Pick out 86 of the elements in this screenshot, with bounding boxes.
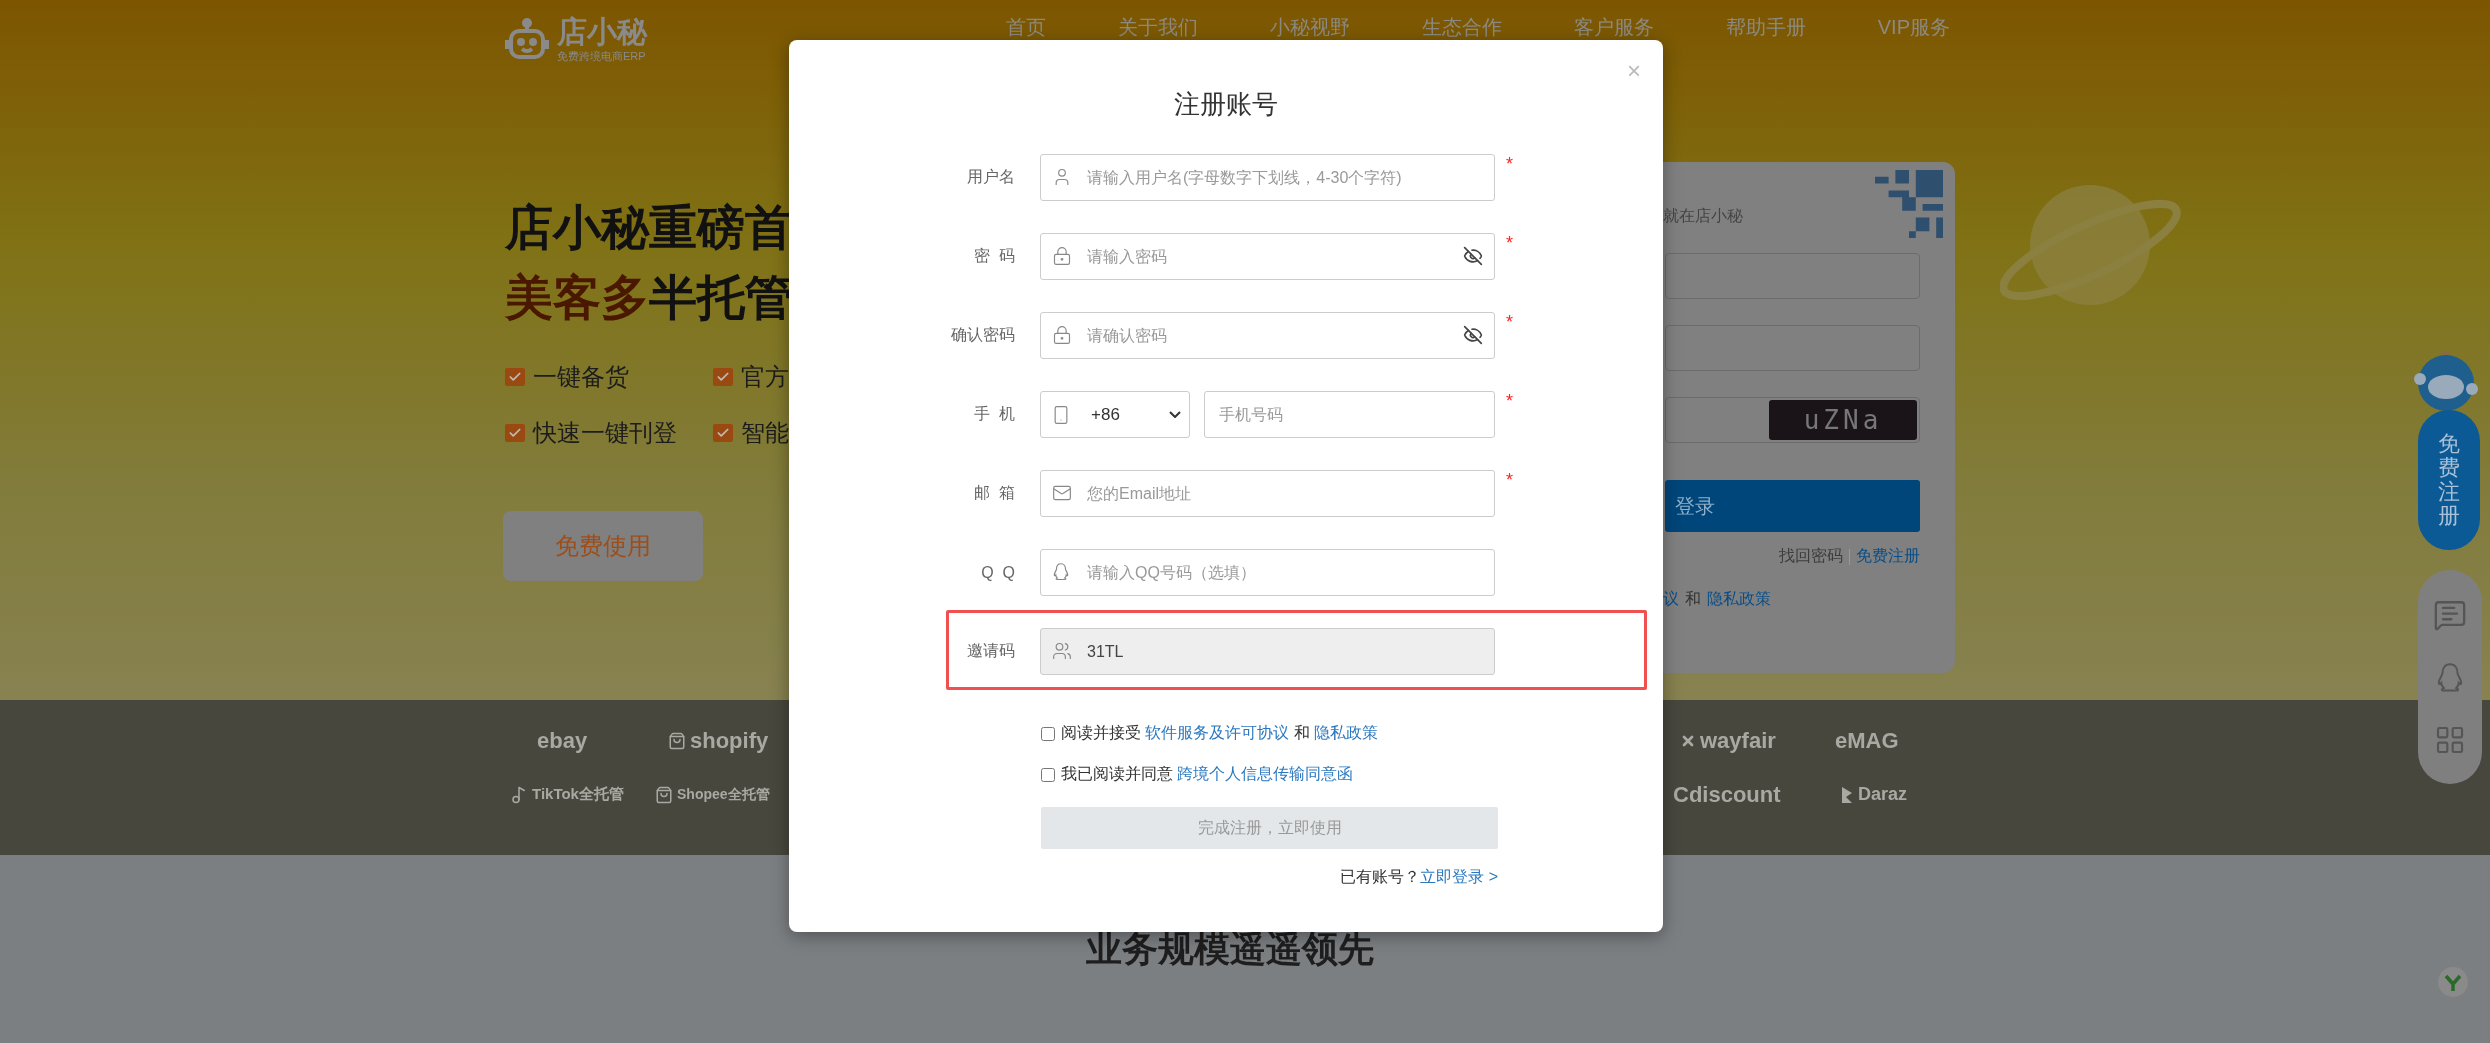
login-prompt: 已有账号？ (1340, 867, 1421, 887)
section-heading: 业务规模遥遥领先 (1086, 926, 1374, 971)
field-label: 手 机 (973, 404, 1015, 424)
field-label: 邀请码 (966, 641, 1015, 661)
bag-icon (655, 785, 673, 804)
penguin-icon (1052, 562, 1070, 582)
free-trial-button[interactable]: 免费使用 (503, 511, 703, 581)
bag-icon (668, 731, 686, 750)
eye-off-icon[interactable] (1463, 246, 1483, 266)
login-button[interactable]: 登录 (1665, 480, 1920, 532)
required-mark: * (1506, 154, 1514, 175)
password-field[interactable] (1665, 325, 1920, 371)
logo-tagline: 免费跨境电商ERP (557, 48, 647, 64)
mark-icon (1840, 784, 1854, 805)
dialog-title: 注册账号 (1174, 88, 1278, 121)
mail-icon (1052, 483, 1072, 503)
feature-text: 智能 (741, 418, 789, 448)
check-icon (713, 368, 733, 386)
qq-field[interactable]: 请输入QQ号码（选填） (1040, 549, 1495, 596)
close-button[interactable]: × (1627, 58, 1641, 84)
qr-code-icon[interactable] (1875, 170, 1943, 238)
required-mark: * (1506, 470, 1514, 491)
feature-text: 快速一键刊登 (533, 418, 677, 448)
policy-link[interactable]: 议 (1663, 589, 1679, 610)
nav-link[interactable]: 小秘视野 (1269, 13, 1350, 41)
field-label: 密 码 (973, 246, 1015, 266)
policy-link[interactable]: 隐私政策 (1707, 589, 1771, 610)
nav-link[interactable]: 生态合作 (1421, 13, 1502, 41)
chevron-icon (1169, 411, 1181, 418)
required-mark: * (1506, 233, 1514, 254)
field-label: 确认密码 (950, 325, 1015, 345)
users-icon (1052, 641, 1072, 661)
captcha-image[interactable]: uZNa (1769, 400, 1917, 440)
agreement-checkbox[interactable] (1041, 767, 1055, 782)
nav-link[interactable]: 帮助手册 (1725, 13, 1806, 41)
agreement-link[interactable]: 软件服务及许可协议 (1145, 724, 1290, 741)
agreement-link[interactable]: 隐私政策 (1314, 724, 1379, 741)
lock-icon (1052, 246, 1072, 266)
feature-text: 一键备货 (533, 362, 629, 392)
platform-logo: shopify (690, 727, 769, 754)
nav-link[interactable]: 关于我们 (1117, 13, 1198, 41)
phone-field[interactable]: 手机号码 (1204, 391, 1495, 438)
feature-text: 官方 (741, 362, 789, 392)
eye-off-icon[interactable] (1463, 325, 1483, 345)
check-icon (505, 368, 525, 386)
platform-logo: eMAG (1835, 727, 1899, 754)
hero-title: 店小秘重磅首 (505, 200, 789, 256)
platform-logo: ebay (537, 727, 588, 754)
recover-link[interactable]: 找回密码 (1779, 546, 1843, 567)
username-field[interactable]: 请输入用户名(字母数字下划线，4-30个字符) (1040, 154, 1495, 201)
platform-logo: Cdiscount (1673, 781, 1781, 808)
check-icon (713, 424, 733, 442)
country-code-select[interactable]: +86 (1040, 391, 1190, 438)
nav-link[interactable]: 首页 (1005, 13, 1046, 41)
email-field[interactable]: 您的Email地址 (1040, 470, 1495, 517)
field-label: Q Q (980, 563, 1015, 582)
hero-title: 美客多半托管 (505, 270, 789, 326)
logo-name: 店小秘 (557, 14, 647, 49)
agreement-link[interactable]: 跨境个人信息传输同意函 (1177, 765, 1354, 782)
platform-logo: wayfair (1700, 727, 1776, 754)
field-label: 用户名 (966, 167, 1015, 187)
platform-logo: Daraz (1858, 784, 1908, 805)
nav-link[interactable]: 客户服务 (1573, 13, 1654, 41)
assistant-icon[interactable] (2437, 966, 2469, 998)
agreement-text: 我已阅读并同意 跨境个人信息传输同意函 (1061, 764, 1354, 784)
lock-icon (1052, 325, 1072, 345)
account-field[interactable] (1665, 253, 1920, 299)
chat-icon[interactable] (2433, 598, 2467, 633)
agreement-text: 和 (1685, 589, 1701, 609)
register-tab[interactable]: 免费注册 (2418, 410, 2480, 550)
nav-link[interactable]: VIP服务 (1877, 13, 1950, 41)
field-label: 邮 箱 (973, 483, 1015, 503)
platform-logo: TikTok全托管 (532, 785, 624, 804)
penguin-icon[interactable] (2435, 661, 2465, 695)
register-link[interactable]: 免费注册 (1856, 546, 1920, 567)
login-link[interactable]: 立即登录 > (1420, 867, 1498, 888)
platform-logo: Shopee全托管 (677, 785, 770, 804)
required-mark: * (1506, 312, 1514, 333)
required-mark: * (1506, 391, 1514, 412)
agreement-text: 阅读并接受 软件服务及许可协议 和 隐私政策 (1061, 723, 1379, 743)
slogan-text: 就在店小秘 (1663, 206, 1743, 226)
captcha-field[interactable]: uZNa (1665, 397, 1920, 443)
check-icon (505, 424, 525, 442)
note-icon (510, 785, 528, 804)
agreement-checkbox[interactable] (1041, 726, 1055, 741)
robot-logo-icon[interactable] (505, 18, 549, 60)
